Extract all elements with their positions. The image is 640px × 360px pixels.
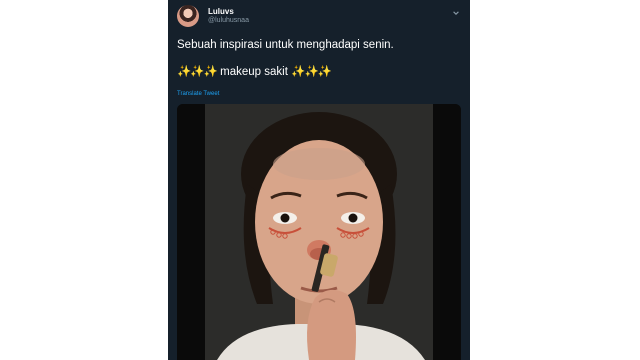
sparkles-left: ✨✨✨: [177, 66, 218, 78]
translate-tweet-link[interactable]: Translate Tweet: [177, 91, 219, 97]
chevron-down-icon[interactable]: [451, 8, 461, 18]
avatar[interactable]: [177, 5, 199, 27]
sparkles-right: ✨✨✨: [291, 66, 332, 78]
display-name[interactable]: Luluvs: [208, 7, 234, 16]
tweet-text-line2: ✨✨✨ makeup sakit ✨✨✨: [177, 65, 461, 79]
tweet-text: Sebuah inspirasi untuk menghadapi senin.: [177, 39, 394, 51]
tweet-keyword: makeup sakit: [216, 66, 292, 78]
tweet-card[interactable]: Luluvs @luluhusnaa Sebuah inspirasi untu…: [168, 0, 470, 360]
user-handle: @luluhusnaa: [208, 17, 249, 24]
video-media[interactable]: [177, 104, 461, 360]
video-frame: [177, 104, 461, 360]
